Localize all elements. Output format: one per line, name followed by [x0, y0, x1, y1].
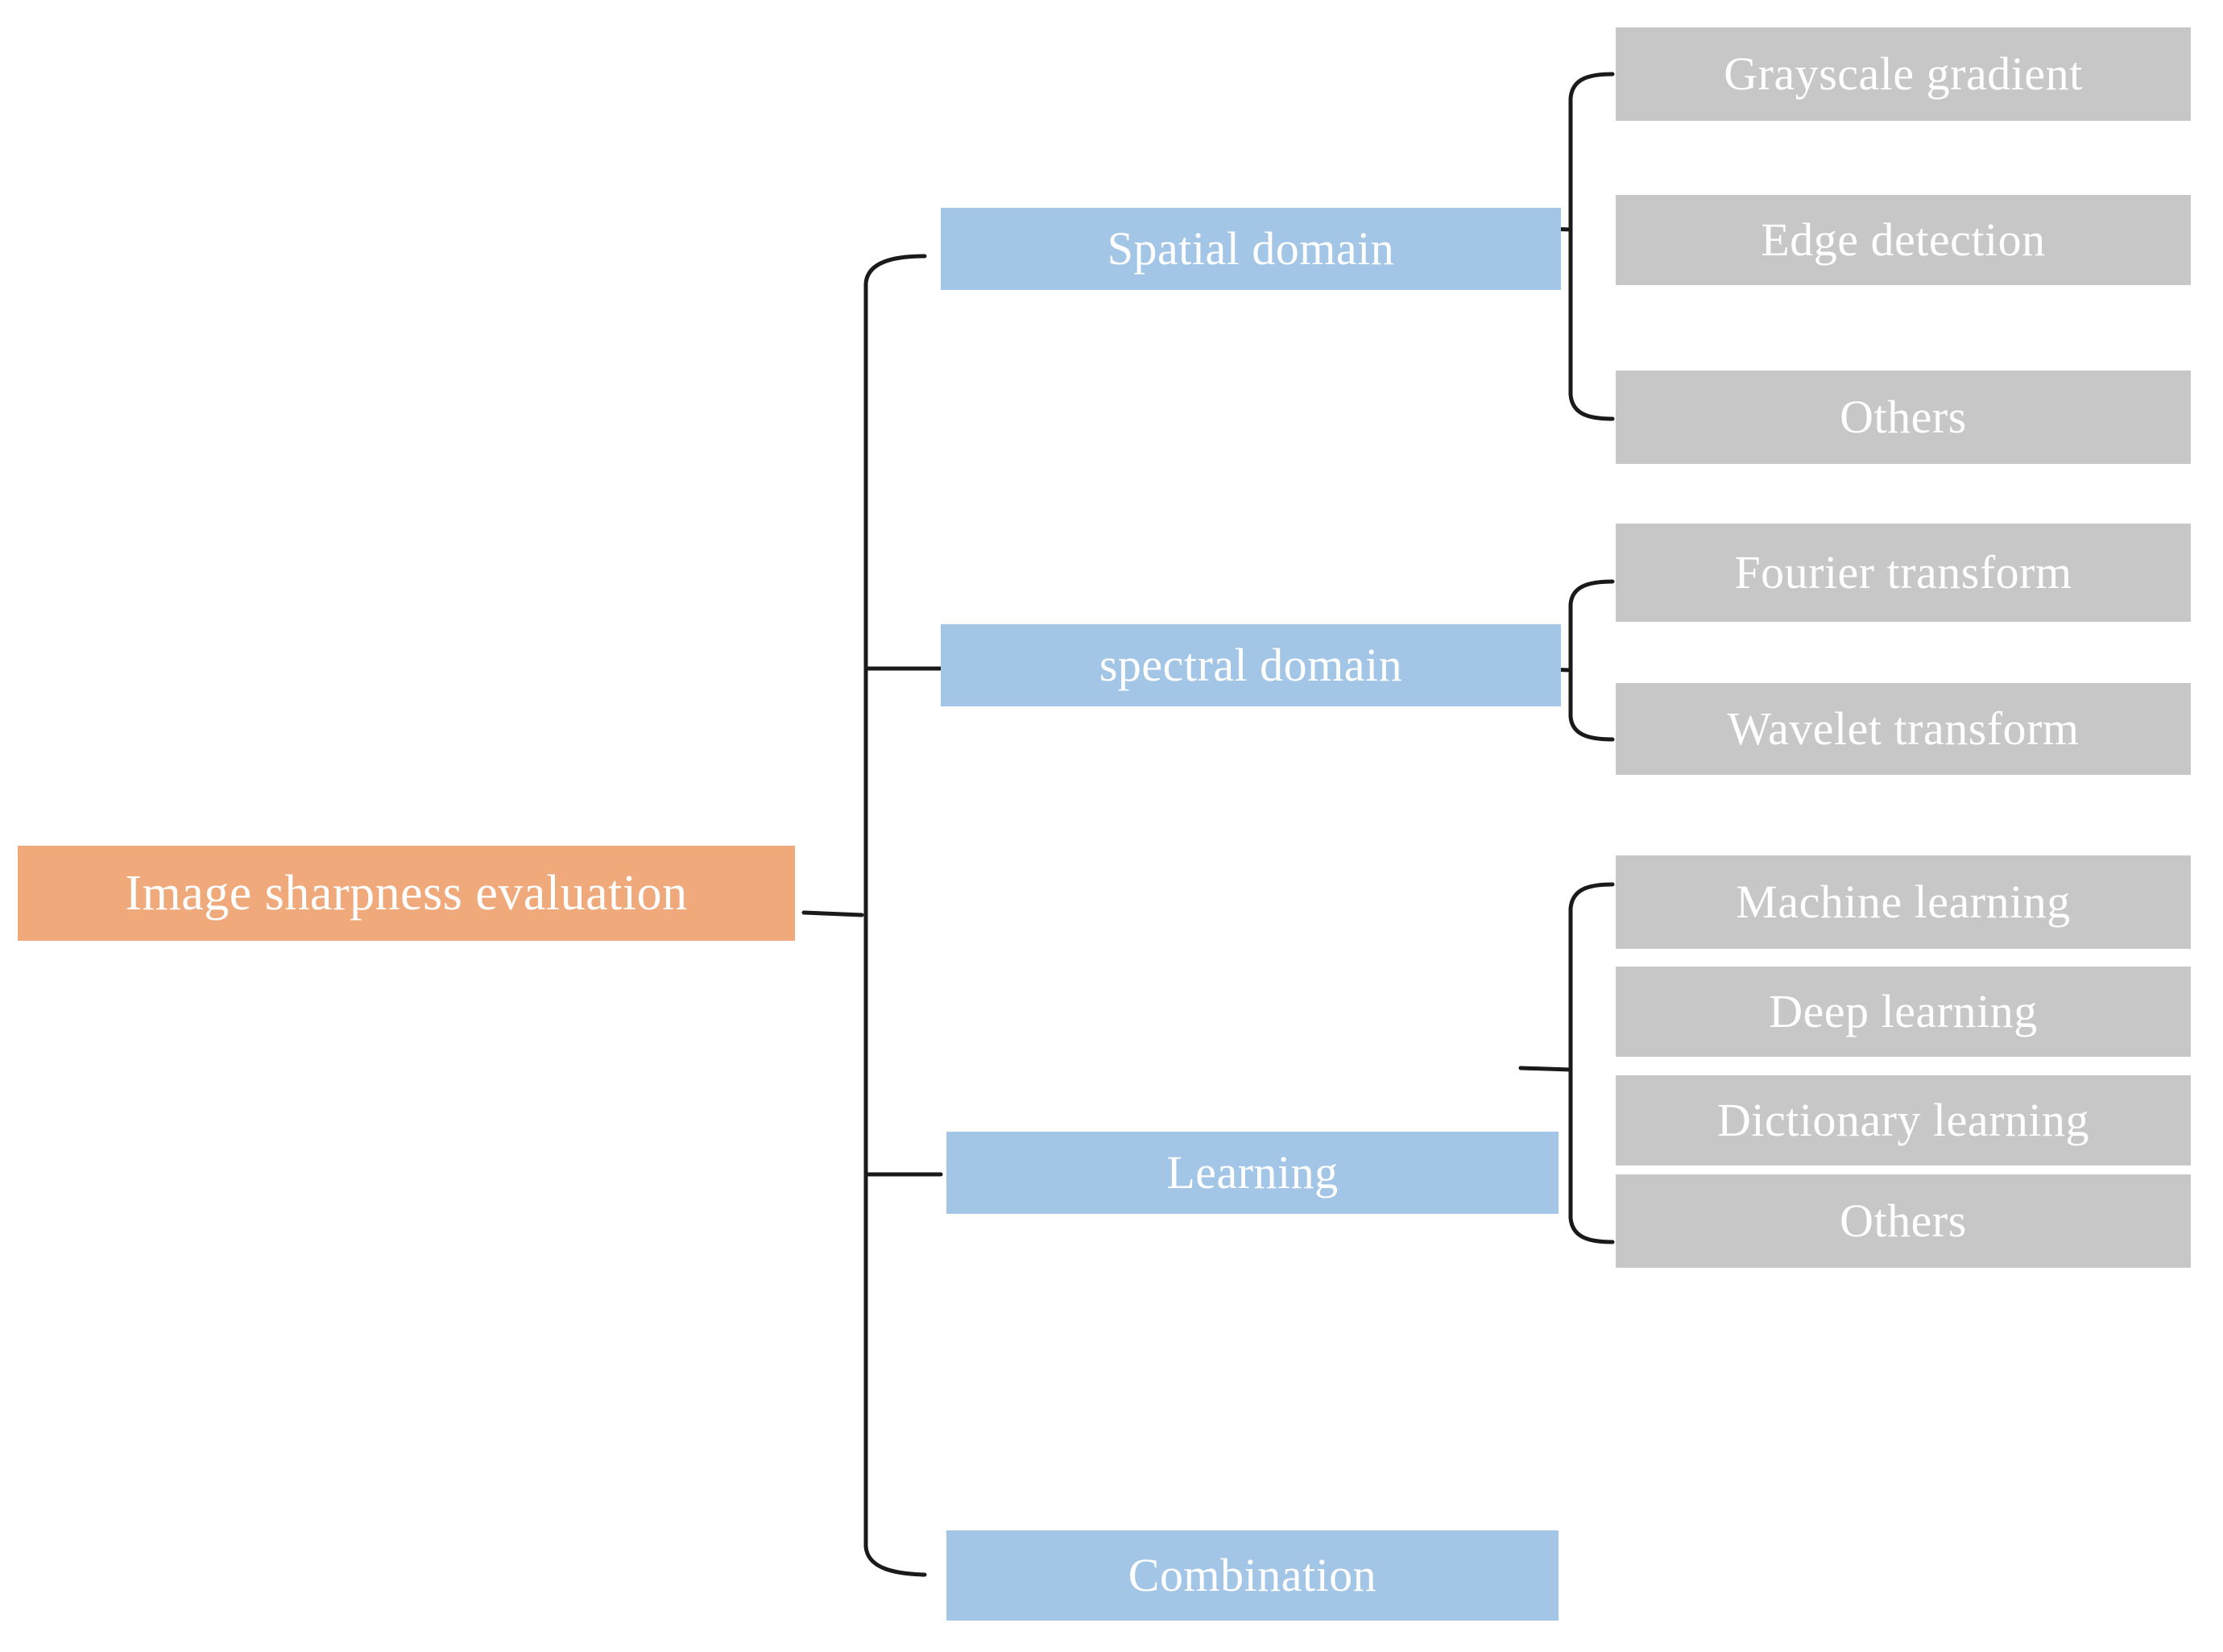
node-label: Spatial domain	[1107, 222, 1395, 275]
node-spatial-others[interactable]: Others	[1616, 371, 2191, 464]
node-combination[interactable]: Combination	[946, 1530, 1559, 1621]
node-wavelet-transform[interactable]: Wavelet transform	[1616, 683, 2191, 775]
connector-bracket-spectral	[1568, 579, 1615, 742]
node-label: Learning	[1166, 1146, 1339, 1199]
node-edge-detection[interactable]: Edge detection	[1616, 195, 2191, 285]
node-label: Deep learning	[1769, 985, 2038, 1037]
node-grayscale-gradient[interactable]: Grayscale gradient	[1616, 27, 2191, 121]
node-label: Image sharpness evaluation	[125, 866, 688, 921]
connector-bracket-learning	[1568, 882, 1615, 1244]
node-learning[interactable]: Learning	[946, 1132, 1559, 1214]
node-label: Dictionary learning	[1716, 1094, 2090, 1146]
node-label: Grayscale gradient	[1724, 48, 2083, 100]
connector-root-stub	[801, 910, 864, 917]
node-label: Machine learning	[1736, 876, 2071, 928]
node-deep-learning[interactable]: Deep learning	[1616, 967, 2191, 1057]
node-image-sharpness-evaluation[interactable]: Image sharpness evaluation	[18, 846, 795, 941]
node-machine-learning[interactable]: Machine learning	[1616, 855, 2191, 949]
node-learning-others[interactable]: Others	[1616, 1174, 2191, 1268]
node-label: Edge detection	[1761, 213, 2046, 266]
connector-bracket-learning-stem	[1518, 1066, 1573, 1072]
node-fourier-transform[interactable]: Fourier transform	[1616, 524, 2191, 622]
node-label: spectral domain	[1099, 639, 1403, 691]
connector-main-trunk	[863, 254, 927, 1577]
node-spatial-domain[interactable]: Spatial domain	[941, 208, 1561, 290]
node-label: Others	[1840, 391, 1967, 443]
node-label: Wavelet transform	[1727, 702, 2080, 755]
node-spectral-domain[interactable]: spectral domain	[941, 624, 1561, 706]
node-label: Combination	[1128, 1549, 1377, 1601]
diagram-canvas: Image sharpness evaluation Spatial domai…	[0, 0, 2223, 1652]
node-label: Others	[1840, 1194, 1967, 1247]
node-label: Fourier transform	[1734, 546, 2072, 598]
connector-bracket-spatial	[1568, 72, 1615, 421]
node-dictionary-learning[interactable]: Dictionary learning	[1616, 1075, 2191, 1166]
